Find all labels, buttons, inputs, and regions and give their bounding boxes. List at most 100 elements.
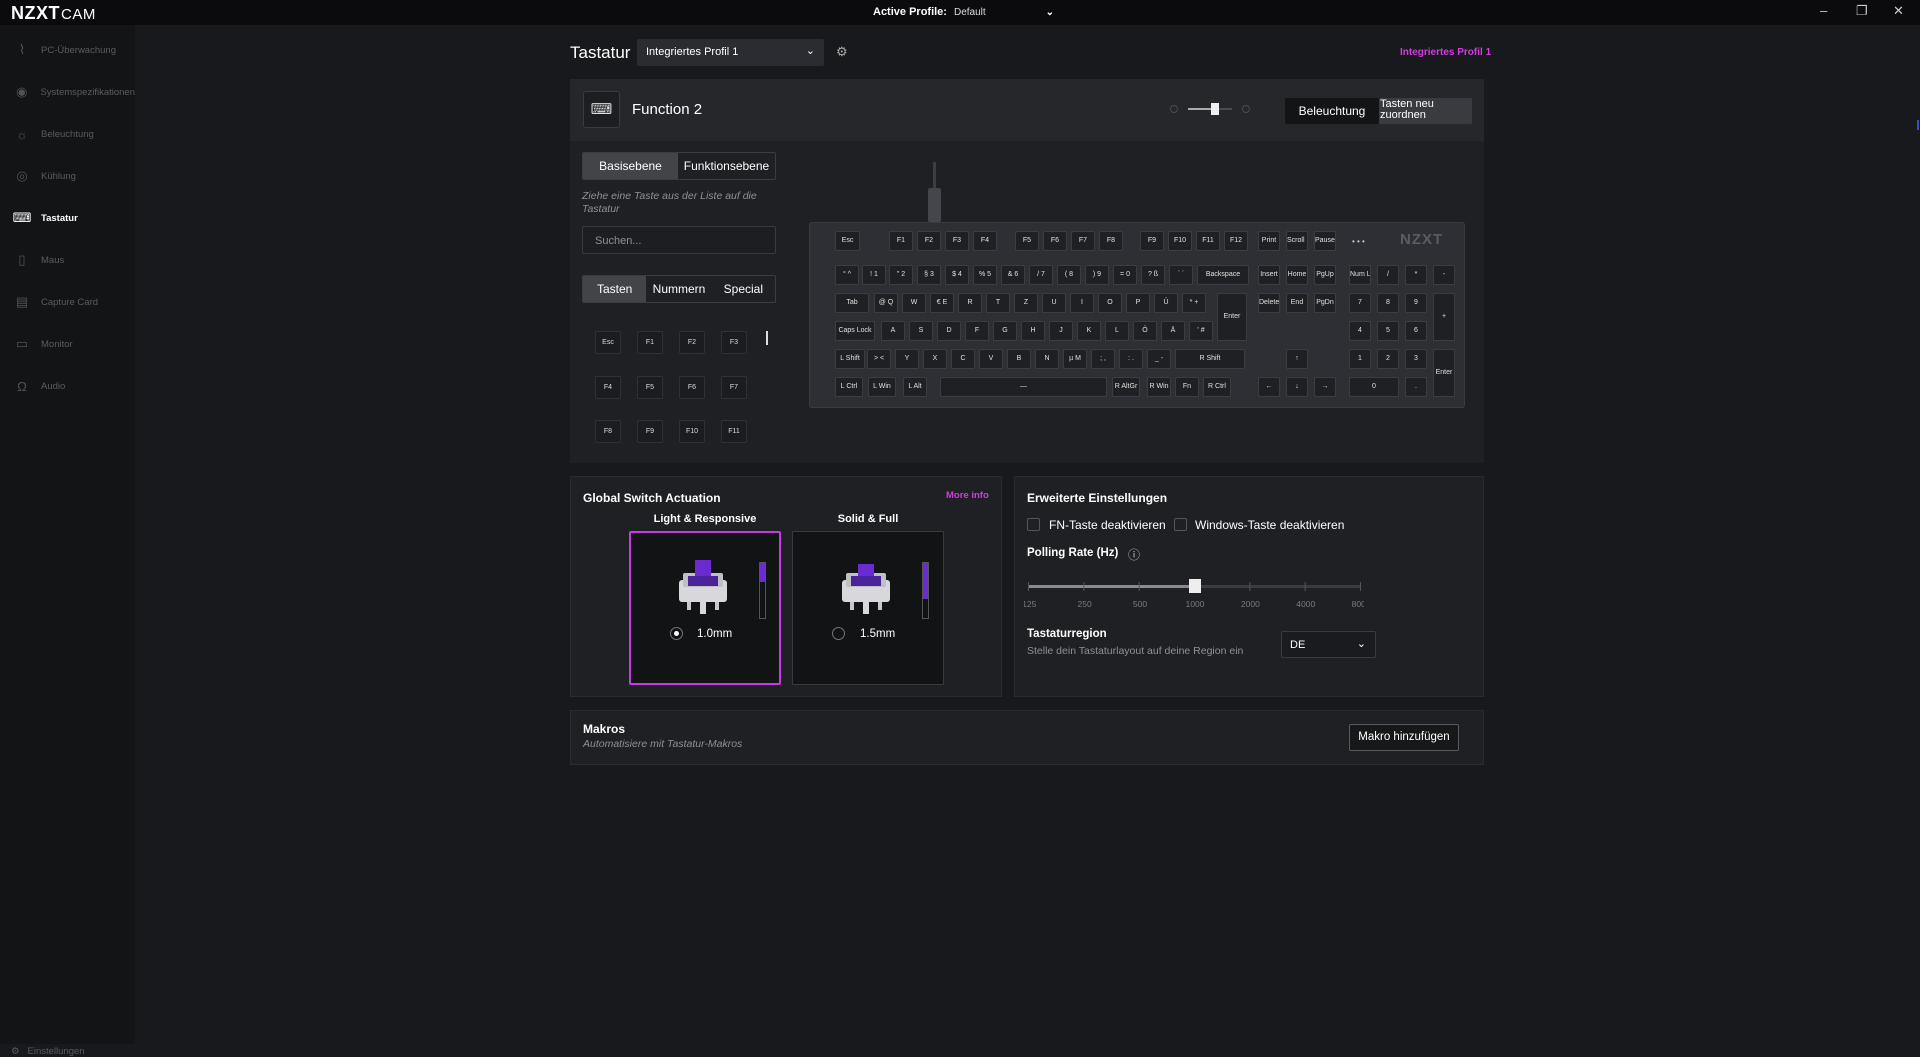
keyboard-key[interactable]: V bbox=[979, 349, 1003, 369]
keyboard-key[interactable]: 3 bbox=[1405, 349, 1427, 369]
keyboard-key[interactable]: G bbox=[993, 321, 1017, 341]
keyboard-key[interactable]: F12 bbox=[1224, 231, 1248, 251]
key-list-item[interactable]: F4 bbox=[595, 376, 621, 399]
keyboard-key[interactable]: Home bbox=[1286, 265, 1308, 285]
keyboard-key[interactable]: µ M bbox=[1063, 349, 1087, 369]
keyboard-key[interactable]: ? ß bbox=[1141, 265, 1165, 285]
key-list-item[interactable]: F11 bbox=[721, 420, 747, 443]
keyboard-key[interactable]: ° ^ bbox=[835, 265, 859, 285]
keyboard-key[interactable]: 8 bbox=[1377, 293, 1399, 313]
keyboard-key[interactable]: R bbox=[958, 293, 982, 313]
keyboard-key[interactable]: N bbox=[1035, 349, 1059, 369]
keyboard-key[interactable]: ! 1 bbox=[862, 265, 886, 285]
sidebar-item-system-specs[interactable]: ◉ Systemspezifikationen bbox=[0, 77, 135, 107]
keyboard-key[interactable]: F7 bbox=[1071, 231, 1095, 251]
keyboard-key[interactable]: $ 4 bbox=[945, 265, 969, 285]
actuation-radio[interactable] bbox=[670, 627, 683, 640]
keyboard-key[interactable]: O bbox=[1098, 293, 1122, 313]
key-list-item[interactable]: Esc bbox=[595, 331, 621, 354]
sidebar-item-mouse[interactable]: ▯ Maus bbox=[0, 245, 135, 275]
keyboard-key[interactable]: ' # bbox=[1189, 321, 1213, 341]
keyboard-key[interactable]: 0 bbox=[1349, 377, 1399, 397]
keyboard-key[interactable]: F11 bbox=[1196, 231, 1220, 251]
keyboard-key[interactable]: — bbox=[940, 377, 1107, 397]
add-macro-button[interactable]: Makro hinzufügen bbox=[1349, 724, 1459, 751]
keyboard-key[interactable]: ↓ bbox=[1286, 377, 1308, 397]
active-profile-dropdown[interactable]: Active Profile: Default ⌄ bbox=[873, 6, 1054, 18]
sidebar-item-monitor[interactable]: ▭ Monitor bbox=[0, 329, 135, 359]
keyboard-key[interactable]: Caps Lock bbox=[835, 321, 875, 341]
keyboard-key[interactable]: ; , bbox=[1091, 349, 1115, 369]
sidebar-item-lighting[interactable]: ☼ Beleuchtung bbox=[0, 119, 135, 149]
keyboard-key[interactable]: 5 bbox=[1377, 321, 1399, 341]
keyboard-key[interactable]: Y bbox=[895, 349, 919, 369]
keyboard-key[interactable]: F8 bbox=[1099, 231, 1123, 251]
keyboard-key[interactable]: > < bbox=[867, 349, 891, 369]
keyboard-key[interactable]: : . bbox=[1119, 349, 1143, 369]
keyboard-key[interactable]: € E bbox=[930, 293, 954, 313]
keyboard-key[interactable]: Backspace bbox=[1197, 265, 1249, 285]
zoom-slider[interactable] bbox=[1170, 103, 1250, 115]
actuation-option-light[interactable]: 1.0mm bbox=[629, 531, 781, 685]
key-list-item[interactable]: F7 bbox=[721, 376, 747, 399]
tab-keys[interactable]: Tasten bbox=[583, 276, 647, 302]
more-info-link[interactable]: More info bbox=[946, 490, 989, 501]
keyboard-key[interactable]: 1 bbox=[1349, 349, 1371, 369]
actuation-option-solid[interactable]: 1.5mm bbox=[792, 531, 944, 685]
remap-keys-button[interactable]: Tasten neu zuordnen bbox=[1379, 98, 1472, 124]
tab-base-layer[interactable]: Basisebene bbox=[583, 153, 679, 179]
key-list-item[interactable]: F9 bbox=[637, 420, 663, 443]
keyboard-key[interactable]: PgUp bbox=[1314, 265, 1336, 285]
keyboard-key[interactable]: Delete bbox=[1258, 293, 1280, 313]
polling-rate-slider[interactable]: 125 250 500 1000 2000 4000 8000 bbox=[1024, 577, 1364, 611]
profile-select[interactable]: Integriertes Profil 1 ⌄ bbox=[637, 39, 824, 66]
keyboard-key[interactable]: D bbox=[937, 321, 961, 341]
keyboard-key[interactable]: F1 bbox=[889, 231, 913, 251]
keyboard-key[interactable]: ← bbox=[1258, 377, 1280, 397]
keyboard-key[interactable]: Esc bbox=[835, 231, 860, 251]
keyboard-key[interactable]: → bbox=[1314, 377, 1336, 397]
restore-button[interactable]: ❐ bbox=[1856, 3, 1868, 19]
keyboard-key[interactable]: Scroll Lock bbox=[1286, 231, 1308, 251]
profile-settings-gear-icon[interactable]: ⚙ bbox=[836, 44, 848, 60]
keyboard-key[interactable]: F2 bbox=[917, 231, 941, 251]
keyboard-key[interactable]: " 2 bbox=[889, 265, 913, 285]
keyboard-key[interactable]: U bbox=[1042, 293, 1066, 313]
sidebar-item-capture-card[interactable]: ▤ Capture Card bbox=[0, 287, 135, 317]
keyboard-key[interactable]: ( 8 bbox=[1057, 265, 1081, 285]
keyboard-key[interactable]: L Shift bbox=[835, 349, 865, 369]
region-select[interactable]: DE ⌄ bbox=[1281, 631, 1376, 658]
keyboard-key[interactable]: § 3 bbox=[917, 265, 941, 285]
sidebar-item-audio[interactable]: Ω Audio bbox=[0, 371, 135, 401]
key-list-item[interactable]: F8 bbox=[595, 420, 621, 443]
keyboard-key[interactable]: R Win bbox=[1147, 377, 1171, 397]
keyboard-key[interactable]: S bbox=[909, 321, 933, 341]
keyboard-key[interactable]: A bbox=[881, 321, 905, 341]
keyboard-key[interactable]: Pause Break bbox=[1314, 231, 1336, 251]
keyboard-key[interactable]: + bbox=[1433, 293, 1455, 341]
keyboard-key[interactable]: R Ctrl bbox=[1203, 377, 1231, 397]
keyboard-key[interactable]: F3 bbox=[945, 231, 969, 251]
keyboard-key[interactable]: L Ctrl bbox=[835, 377, 863, 397]
info-icon[interactable]: ⓘ bbox=[1128, 546, 1140, 563]
keyboard-key[interactable]: End bbox=[1286, 293, 1308, 313]
keyboard-key[interactable]: ↑ bbox=[1286, 349, 1308, 369]
keyboard-key[interactable]: C bbox=[951, 349, 975, 369]
keyboard-key[interactable]: Enter bbox=[1217, 293, 1247, 341]
win-disable-checkbox[interactable] bbox=[1174, 518, 1187, 531]
keyboard-key[interactable]: J bbox=[1049, 321, 1073, 341]
keyboard-key[interactable]: Tab bbox=[835, 293, 869, 313]
keyboard-key[interactable]: Print bbox=[1258, 231, 1280, 251]
keyboard-key[interactable]: _ - bbox=[1147, 349, 1171, 369]
keyboard-key[interactable]: . bbox=[1405, 377, 1427, 397]
tab-special[interactable]: Special bbox=[712, 276, 775, 302]
keyboard-key[interactable]: 9 bbox=[1405, 293, 1427, 313]
keyboard-key[interactable]: L Alt bbox=[903, 377, 927, 397]
keyboard-key[interactable]: * + bbox=[1182, 293, 1206, 313]
key-search-input[interactable]: Suchen... bbox=[582, 226, 776, 254]
keyboard-key[interactable]: * bbox=[1405, 265, 1427, 285]
keyboard-key[interactable]: PgDn bbox=[1314, 293, 1336, 313]
keyboard-key[interactable]: ) 9 bbox=[1085, 265, 1109, 285]
keyboard-key[interactable]: F4 bbox=[973, 231, 997, 251]
sidebar-item-keyboard[interactable]: ⌨ Tastatur bbox=[0, 203, 135, 233]
